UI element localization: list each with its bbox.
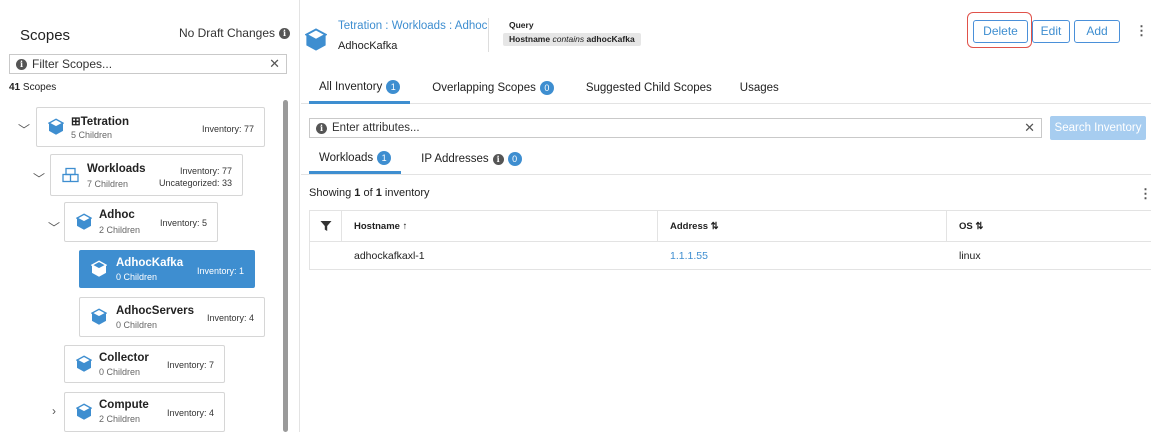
scope-inventory: Inventory: 4 [166,408,214,418]
scope-node-workloads[interactable]: Workloads 7 Children Inventory: 77 Uncat… [50,154,243,196]
divider [488,18,489,52]
scrollbar[interactable] [283,100,288,432]
tab-badge: 1 [386,79,401,94]
tab-suggested-child-scopes[interactable]: Suggested Child Scopes [576,72,722,104]
tab-overlapping-scopes[interactable]: Overlapping Scopes 0 [422,72,564,104]
cube-icon [48,118,64,135]
cube-icon [91,260,107,277]
info-icon: i [16,58,27,70]
scope-inventory: Inventory: 5 [159,218,207,228]
divider [301,174,1151,175]
scope-name-title: AdhocKafka [338,40,398,52]
scope-inventory: Inventory: 1 [196,266,244,276]
breadcrumb-item-adhoc[interactable]: Adhoc [455,20,488,32]
clear-attributes-icon[interactable]: ✕ [1024,120,1035,136]
scope-uncategorized: Uncategorized: 33 [158,178,232,188]
chevron-down-icon[interactable]: ﹀ [48,219,60,236]
delete-button[interactable]: Delete [973,20,1028,43]
scope-count-number: 41 [9,82,21,93]
scope-count: 41 Scopes [9,82,56,93]
info-icon: i [492,153,504,165]
scope-name: Compute [99,399,149,411]
scope-children: 2 Children [99,225,141,235]
scope-name: Collector [99,352,149,364]
scope-children: 5 Children [71,130,113,140]
scope-tabs: All Inventory 1 Overlapping Scopes 0 Sug… [309,72,789,104]
scope-name: ⊞Tetration [71,116,129,128]
cell-os: linux [959,249,981,262]
chevron-down-icon[interactable]: ﹀ [33,170,45,187]
scope-node-tetration[interactable]: ⊞Tetration 5 Children Inventory: 77 [36,107,265,147]
chevron-down-icon[interactable]: ﹀ [18,121,30,138]
draft-status: No Draft Changes i [179,26,290,40]
scope-inventory: Inventory: 7 [166,360,214,370]
table-row[interactable]: adhockafkaxl-1 1.1.1.55 linux [309,242,1151,270]
breadcrumb: Tetration : Workloads : Adhoc [338,20,488,32]
inventory-subtabs: Workloads 1 IP Addresses i 0 [309,144,532,174]
scope-node-collector[interactable]: Collector 0 Children Inventory: 7 [64,345,225,383]
tab-usages[interactable]: Usages [730,72,789,104]
inventory-table: Hostname ↑ Address ⇅ OS ⇅ adhockafkaxl-1… [309,210,1151,270]
workloads-icon [62,167,79,183]
attributes-input[interactable]: i Enter attributes... ✕ [309,118,1042,138]
table-header: Hostname ↑ Address ⇅ OS ⇅ [309,210,1151,242]
scope-children: 7 Children [87,179,129,189]
draft-status-text: No Draft Changes [178,26,275,40]
app: Scopes No Draft Changes i i Filter Scope… [0,0,1151,432]
scope-children: 0 Children [99,367,141,377]
scope-node-adhocservers[interactable]: AdhocServers 0 Children Inventory: 4 [79,297,265,337]
column-address[interactable]: Address ⇅ [658,211,947,241]
scope-children: 2 Children [99,414,141,424]
tab-all-inventory[interactable]: All Inventory 1 [309,72,411,104]
breadcrumb-item-tetration[interactable]: Tetration [338,20,382,32]
scope-inventory: Inventory: 4 [206,313,254,323]
scope-name: AdhocKafka [116,257,184,269]
subtab-workloads[interactable]: Workloads 1 [309,144,402,174]
result-count: Showing 1 of 1 inventory [309,187,430,199]
query-pill: Hostname contains adhocKafka [503,33,641,46]
filter-icon[interactable] [310,211,342,241]
scope-children: 0 Children [116,272,158,282]
scopes-panel: Scopes No Draft Changes i i Filter Scope… [0,0,306,432]
breadcrumb-item-workloads[interactable]: Workloads [392,20,446,32]
scope-count-label: Scopes [22,82,57,93]
cube-icon [91,308,107,325]
info-icon[interactable]: i [279,27,290,39]
scope-name: Workloads [87,163,146,175]
query-title: Query [509,20,534,30]
scope-node-compute[interactable]: Compute 2 Children Inventory: 4 [64,392,225,432]
cell-hostname: adhockafkaxl-1 [354,249,425,262]
scope-name: AdhocServers [116,305,194,317]
filter-scopes-input[interactable]: i Filter Scopes... ✕ [9,54,287,74]
search-inventory-button[interactable]: Search Inventory [1050,116,1146,140]
cube-icon [76,213,92,230]
edit-button[interactable]: Edit [1032,20,1070,43]
subtab-badge: 0 [507,152,522,166]
column-os[interactable]: OS ⇅ [947,211,1151,241]
info-icon: i [316,122,327,134]
scopes-title: Scopes [20,27,71,44]
scope-name: Adhoc [99,209,135,221]
column-hostname[interactable]: Hostname ↑ [342,211,658,241]
scope-inventory: Inventory: 77 [201,124,254,134]
scope-node-adhoc[interactable]: Adhoc 2 Children Inventory: 5 [64,202,218,242]
cube-icon [305,28,327,51]
cube-icon [76,403,92,420]
subtab-badge: 1 [377,150,392,165]
subtab-ip-addresses[interactable]: IP Addresses i 0 [411,144,532,174]
table-options-icon[interactable]: ⋮ [1139,186,1151,202]
add-button[interactable]: Add [1074,20,1120,43]
filter-placeholder: Filter Scopes... [32,57,113,71]
scope-inventory: Inventory: 77 [179,166,232,176]
chevron-right-icon[interactable]: › [52,404,56,418]
attributes-placeholder: Enter attributes... [332,122,420,134]
more-options-icon[interactable]: ⋮ [1135,23,1148,39]
cube-icon [76,355,92,372]
scope-children: 0 Children [116,320,158,330]
scope-node-adhockafka[interactable]: AdhocKafka 0 Children Inventory: 1 [79,250,255,288]
cell-address-link[interactable]: 1.1.1.55 [658,242,947,269]
tab-badge: 0 [539,81,554,95]
clear-filter-icon[interactable]: ✕ [269,56,280,72]
